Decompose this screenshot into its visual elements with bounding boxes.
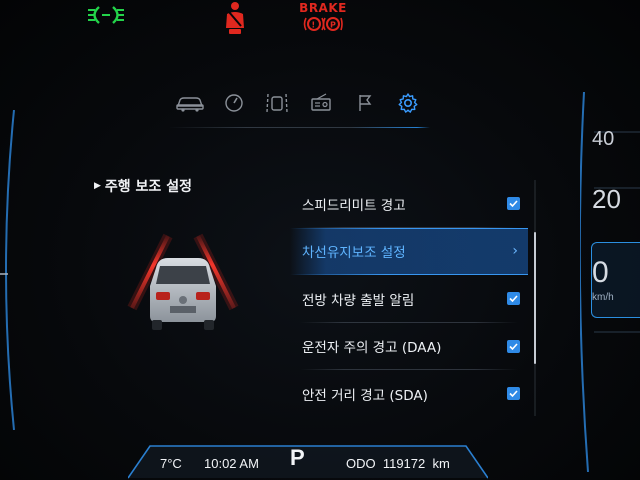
section-title: ▶ 주행 보조 설정 bbox=[94, 176, 192, 196]
brake-circle-icon: ! P bbox=[303, 15, 343, 33]
menu-item-label: 차선유지보조 설정 bbox=[302, 245, 406, 262]
menu-item-label: 스피드리미트 경고 bbox=[302, 197, 406, 214]
clock-time: 10:02 AM bbox=[204, 455, 259, 471]
flag-icon bbox=[355, 93, 375, 117]
lane-assist-icon bbox=[264, 92, 290, 118]
menu-item-safe-distance-warning[interactable]: 안전 거리 경고 (SDA) bbox=[290, 370, 528, 418]
outside-temperature: 7°C bbox=[160, 455, 182, 471]
seatbelt-warning-icon bbox=[220, 0, 250, 36]
instrument-cluster-screen: BRAKE ! P 40 20 0 km/h ▶ 주행 보조 설정 스피드리미트… bbox=[0, 0, 640, 480]
brake-warning-telltale: BRAKE ! P bbox=[299, 0, 347, 36]
section-title-text: 주행 보조 설정 bbox=[104, 179, 192, 195]
menu-item-front-vehicle-departure[interactable]: 전방 차량 출발 알림 bbox=[290, 275, 528, 323]
status-bar: 7°C 10:02 AM P ODO 119172 km bbox=[150, 445, 470, 478]
svg-text:!: ! bbox=[312, 21, 316, 30]
speed-tick-20: 20 bbox=[592, 184, 621, 214]
check-icon[interactable] bbox=[507, 339, 520, 353]
headlight-telltale-icon bbox=[86, 2, 126, 28]
check-icon[interactable] bbox=[507, 292, 520, 306]
svg-text:P: P bbox=[330, 21, 336, 30]
lane-keep-car-illustration bbox=[118, 228, 248, 358]
brake-label: BRAKE bbox=[299, 1, 347, 15]
tab-navigation[interactable] bbox=[343, 88, 387, 122]
tab-driver-assist[interactable] bbox=[255, 88, 299, 122]
tab-settings[interactable] bbox=[386, 88, 430, 122]
triangle-right-icon: ▶ bbox=[94, 181, 101, 191]
left-gauge-arc bbox=[0, 110, 15, 430]
check-icon[interactable] bbox=[507, 387, 520, 401]
scrollbar-thumb[interactable] bbox=[534, 232, 536, 364]
speedometer-icon bbox=[223, 92, 245, 118]
menu-item-label: 전방 차량 출발 알림 bbox=[302, 292, 415, 309]
gear-indicator: P bbox=[290, 445, 305, 470]
gear-icon bbox=[397, 92, 419, 118]
tab-underline bbox=[168, 127, 430, 128]
settings-menu-list: 스피드리미트 경고 차선유지보조 설정 › 전방 차량 출발 알림 운전자 주의… bbox=[290, 180, 528, 418]
current-speed-value: 0 bbox=[592, 256, 609, 289]
speed-unit: km/h bbox=[592, 292, 614, 303]
tab-speed[interactable] bbox=[212, 88, 256, 122]
tab-vehicle[interactable] bbox=[168, 88, 212, 122]
menu-item-lane-keep-assist[interactable]: 차선유지보조 설정 › bbox=[290, 227, 528, 275]
car-icon bbox=[175, 94, 205, 116]
settings-category-tabs bbox=[168, 88, 430, 122]
speed-tick-40: 40 bbox=[592, 128, 615, 150]
tab-media[interactable] bbox=[299, 88, 343, 122]
menu-item-label: 운전자 주의 경고 (DAA) bbox=[302, 340, 442, 357]
chevron-right-icon: › bbox=[512, 243, 518, 260]
menu-item-speed-limit-warning[interactable]: 스피드리미트 경고 bbox=[290, 180, 528, 228]
menu-item-label: 안전 거리 경고 (SDA) bbox=[302, 387, 428, 404]
speed-gauge: 40 20 0 km/h bbox=[580, 92, 640, 472]
menu-item-driver-attention-warning[interactable]: 운전자 주의 경고 (DAA) bbox=[290, 323, 528, 370]
radio-icon bbox=[309, 93, 333, 117]
check-icon[interactable] bbox=[507, 197, 520, 211]
odometer: ODO 119172 km bbox=[346, 455, 450, 471]
